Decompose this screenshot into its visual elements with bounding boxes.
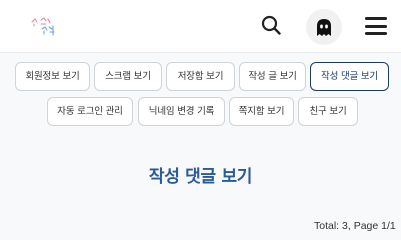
menu-button[interactable] xyxy=(365,15,389,37)
tab-my-comments[interactable]: 작성 댓글 보기 xyxy=(310,62,389,91)
tab-saved[interactable]: 저장함 보기 xyxy=(166,62,235,91)
tab-my-posts[interactable]: 작성 글 보기 xyxy=(239,62,306,91)
site-header xyxy=(0,0,401,53)
tab-nickname-history[interactable]: 닉네임 변경 기록 xyxy=(138,97,225,126)
page-title: 작성 댓글 보기 xyxy=(148,167,253,187)
tab-scrap[interactable]: 스크랩 보기 xyxy=(94,62,162,91)
avatar-button[interactable] xyxy=(306,9,342,45)
tab-auto-login[interactable]: 자동 로그인 관리 xyxy=(47,97,133,126)
tab-messages[interactable]: 쪽지함 보기 xyxy=(229,97,294,126)
search-button[interactable] xyxy=(258,12,284,38)
tab-friends[interactable]: 친구 보기 xyxy=(298,97,358,126)
site-logo[interactable] xyxy=(28,13,64,39)
ghost-icon xyxy=(317,19,331,36)
tab-member-info[interactable]: 회원정보 보기 xyxy=(15,62,90,91)
pagination-info: Total: 3, Page 1/1 xyxy=(314,220,396,232)
search-icon xyxy=(261,15,281,35)
